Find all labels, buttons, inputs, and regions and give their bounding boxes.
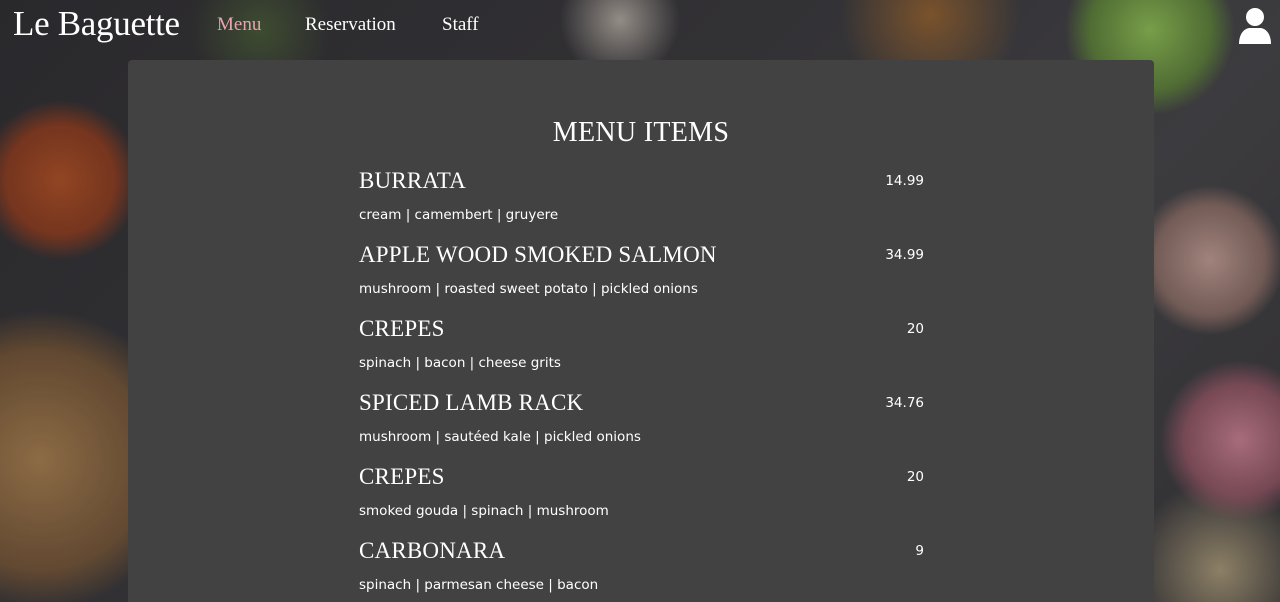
menu-item-description: mushroom | sautéed kale | pickled onions	[359, 429, 641, 445]
menu-item-name: CREPES	[359, 464, 445, 489]
nav-link-staff[interactable]: Staff	[442, 14, 479, 36]
menu-item-price: 20	[906, 469, 924, 485]
menu-item-price: 34.76	[885, 395, 924, 411]
menu-item-price: 20	[906, 321, 924, 337]
nav-link-reservation[interactable]: Reservation	[305, 14, 396, 36]
menu-item: BURRATA 14.99 cream | camembert | gruyer…	[359, 168, 924, 242]
menu-title: MENU ITEMS	[552, 117, 730, 148]
menu-item-name: SPICED LAMB RACK	[359, 390, 584, 415]
menu-item-description: smoked gouda | spinach | mushroom	[359, 503, 609, 519]
menu-item: APPLE WOOD SMOKED SALMON 34.99 mushroom …	[359, 242, 924, 316]
menu-item-name: CREPES	[359, 316, 445, 341]
navbar: Le Baguette Menu Reservation Staff	[0, 0, 1280, 52]
menu-item-price: 14.99	[885, 173, 924, 189]
menu-item-description: spinach | parmesan cheese | bacon	[359, 577, 599, 593]
menu-item: SPICED LAMB RACK 34.76 mushroom | sautée…	[359, 390, 924, 464]
brand-logo[interactable]: Le Baguette	[13, 4, 180, 44]
menu-item-name: BURRATA	[359, 168, 466, 193]
menu-item: CREPES 20 smoked gouda | spinach | mushr…	[359, 464, 924, 538]
menu-item-description: cream | camembert | gruyere	[359, 207, 559, 223]
menu-item-description: mushroom | roasted sweet potato | pickle…	[359, 281, 698, 297]
menu-item: CREPES 20 spinach | bacon | cheese grits	[359, 316, 924, 390]
menu-item-name: APPLE WOOD SMOKED SALMON	[359, 242, 717, 267]
menu-item-name: CARBONARA	[359, 538, 506, 563]
menu-item-price: 34.99	[885, 247, 924, 263]
menu-item-list: BURRATA 14.99 cream | camembert | gruyer…	[359, 168, 924, 602]
menu-item: CARBONARA 9 spinach | parmesan cheese | …	[359, 538, 924, 602]
menu-panel: MENU ITEMS BURRATA 14.99 cream | camembe…	[128, 60, 1154, 602]
menu-item-description: spinach | bacon | cheese grits	[359, 355, 561, 371]
menu-item-price: 9	[915, 543, 924, 559]
nav-link-menu[interactable]: Menu	[217, 14, 261, 36]
user-icon[interactable]	[1238, 7, 1272, 45]
